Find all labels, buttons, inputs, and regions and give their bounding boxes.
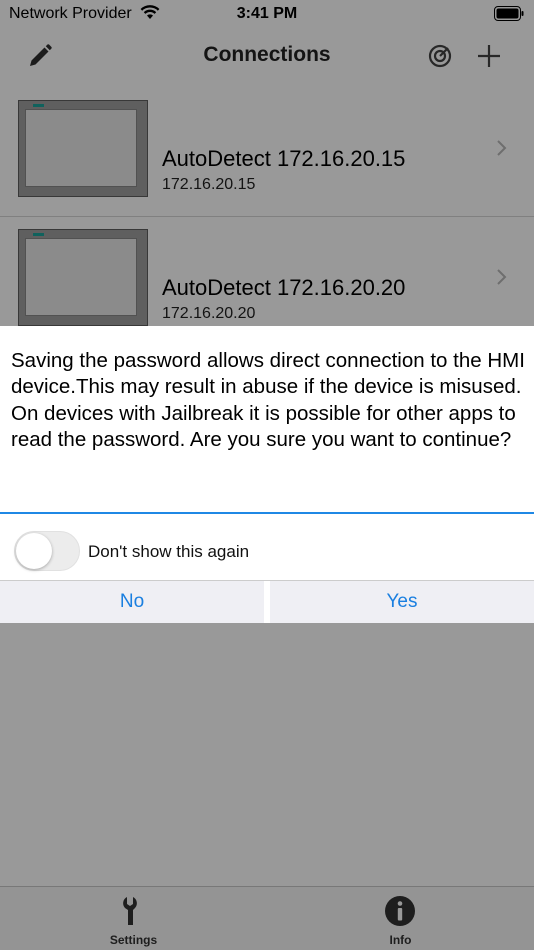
dont-show-again-toggle[interactable] — [14, 531, 80, 571]
dialog-message: Saving the password allows direct connec… — [11, 349, 525, 451]
yes-button[interactable]: Yes — [270, 581, 534, 623]
toggle-label: Don't show this again — [88, 542, 250, 561]
toggle-knob — [16, 533, 52, 569]
save-password-dialog: Saving the password allows direct connec… — [0, 326, 534, 623]
no-button[interactable]: No — [0, 581, 264, 623]
dialog-divider — [0, 512, 534, 514]
